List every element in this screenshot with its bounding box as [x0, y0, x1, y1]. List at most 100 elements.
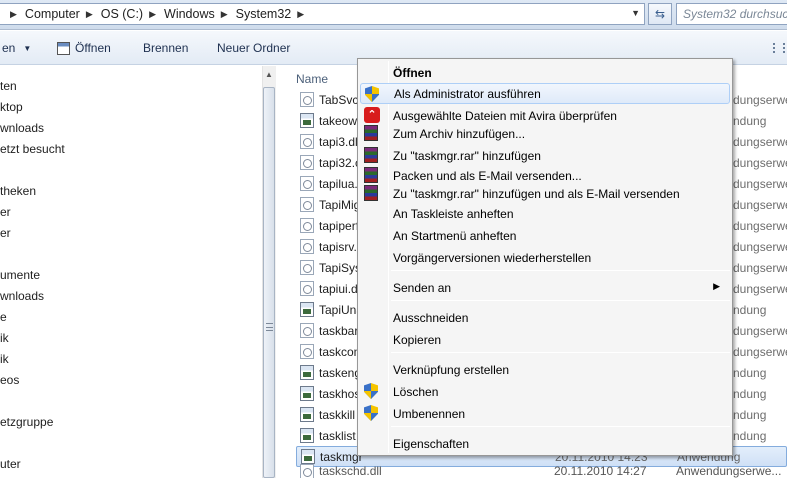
nav-item[interactable]: ik [0, 352, 9, 366]
file-type: dungserwe... [733, 240, 787, 254]
dll-icon [300, 260, 314, 275]
menu-item-label: Öffnen [393, 65, 432, 80]
menu-item-label: An Startmenü anheften [393, 228, 517, 243]
file-type: ndung [733, 114, 767, 128]
breadcrumb-computer[interactable]: Computer ▶ [21, 4, 97, 24]
scrollbar-thumb[interactable] [263, 87, 275, 478]
menu-item-an-taskleiste-anheften[interactable]: An Taskleiste anheften [360, 203, 730, 224]
nav-item[interactable]: umente [0, 268, 40, 282]
search-input[interactable]: System32 durchsuchen [676, 3, 787, 25]
nav-item[interactable]: uter [0, 457, 21, 471]
grip-icon [266, 323, 273, 331]
menu-item-verknüpfung-erstellen[interactable]: Verknüpfung erstellen [360, 359, 730, 380]
file-name: tapi32.c [319, 155, 362, 170]
exe-icon [300, 113, 314, 128]
breadcrumb-label: OS (C:) [100, 7, 144, 21]
refresh-button[interactable]: ⇆ [648, 3, 672, 25]
menu-item-label: Senden an [393, 280, 452, 295]
menu-item-vorgängerversionen-wiederherstellen[interactable]: Vorgängerversionen wiederherstellen [360, 247, 730, 268]
dll-icon [300, 134, 314, 149]
menu-item-label: An Taskleiste anheften [393, 206, 514, 221]
dll-icon [300, 281, 314, 296]
file-type: dungserwe... [733, 282, 787, 296]
file-name: taskschd.dll [319, 464, 382, 478]
file-name: tapilua. [319, 176, 358, 191]
nav-item[interactable]: e [0, 310, 7, 324]
menu-item-senden-an[interactable]: Senden an ▶ [360, 277, 730, 298]
file-name: TabSvc. [319, 92, 362, 107]
menu-item-eigenschaften[interactable]: Eigenschaften [360, 433, 730, 454]
nav-item[interactable]: etzt besucht [0, 142, 65, 156]
nav-item[interactable]: wnloads [0, 121, 44, 135]
menu-item-als-administrator-ausführen[interactable]: Als Administrator ausführen [360, 83, 730, 104]
nav-item[interactable]: wnloads [0, 289, 44, 303]
exe-icon [300, 428, 314, 443]
nav-item[interactable]: ten [0, 79, 17, 93]
menu-item-ausschneiden[interactable]: Ausschneiden [360, 307, 730, 328]
menu-item-an-startmenü-anheften[interactable]: An Startmenü anheften [360, 225, 730, 246]
open-label: Öffnen [75, 41, 111, 55]
dll-icon [300, 176, 314, 191]
winrar-icon [364, 185, 380, 201]
menu-item-umbenennen[interactable]: Umbenennen [360, 403, 730, 424]
dll-icon [300, 197, 314, 212]
menu-separator [391, 352, 730, 353]
menu-item-label: Zum Archiv hinzufügen... [393, 126, 526, 141]
file-name: tapisrv. [319, 239, 357, 254]
open-button[interactable]: Öffnen [57, 31, 111, 65]
dll-icon [300, 218, 314, 233]
file-name: TapiMig [319, 197, 361, 212]
menu-separator [391, 270, 730, 271]
context-menu: Öffnen Als Administrator ausführen ⌃ Ausgew… [357, 58, 733, 456]
nav-item[interactable]: theken [0, 184, 36, 198]
file-type: ndung [733, 408, 767, 422]
menu-item-zu-taskmgr-rar-hinzufügen-und-als-e-mail-versenden[interactable]: Zu "taskmgr.rar" hinzufügen und als E-Ma… [360, 183, 730, 204]
chevron-right-icon: ▶ [297, 8, 305, 19]
file-name: tapiperf [319, 218, 360, 233]
chevron-right-icon: ▶ [149, 8, 157, 19]
breadcrumb-drive[interactable]: OS (C:) ▶ [97, 4, 160, 24]
menu-item-kopieren[interactable]: Kopieren [360, 329, 730, 350]
address-bar: ▶ Computer ▶ OS (C:) ▶ Windows ▶ System32 ▶ … [0, 0, 787, 30]
breadcrumb-system32[interactable]: System32 ▶ [232, 4, 309, 24]
burn-button[interactable]: Brennen [143, 31, 188, 65]
nav-item[interactable]: ktop [0, 100, 23, 114]
breadcrumb-windows[interactable]: Windows ▶ [160, 4, 232, 24]
navigation-pane: ten ktop wnloads etzt besucht theken er … [0, 66, 262, 478]
nav-item[interactable]: er [0, 226, 11, 240]
chevron-down-icon[interactable]: ▼ [631, 8, 640, 18]
file-type: dungserwe... [733, 324, 787, 338]
file-name: taskkill [319, 407, 356, 422]
organize-button[interactable]: en ▼ [2, 31, 31, 65]
menu-item-label: Verknüpfung erstellen [393, 362, 510, 377]
file-type: Anwendungserwe... [676, 464, 782, 478]
address-field[interactable]: ▶ Computer ▶ OS (C:) ▶ Windows ▶ System32 ▶ … [0, 3, 645, 25]
refresh-icon: ⇆ [654, 7, 666, 21]
breadcrumb-label: Windows [164, 7, 215, 21]
menu-item-zum-archiv-hinzufügen[interactable]: Zum Archiv hinzufügen... [360, 123, 730, 144]
menu-item-label: Als Administrator ausführen [394, 86, 541, 101]
menu-item-zu-taskmgr-rar-hinzufügen[interactable]: Zu "taskmgr.rar" hinzufügen [360, 145, 730, 166]
avira-icon: ⌃ [364, 107, 380, 123]
nav-item[interactable]: eos [0, 373, 19, 387]
exe-icon [300, 365, 314, 380]
view-options-icon[interactable] [773, 43, 785, 53]
menu-item-öffnen[interactable]: Öffnen [360, 62, 730, 83]
menu-item-löschen[interactable]: Löschen [360, 381, 730, 402]
dll-icon [300, 155, 314, 170]
file-name: tapiui.d [319, 281, 358, 296]
column-header-name[interactable]: Name [296, 72, 328, 86]
breadcrumb-arrow[interactable]: ▶ [0, 4, 21, 24]
file-type: dungserwe... [733, 93, 787, 107]
nav-item[interactable]: er [0, 205, 11, 219]
file-name: TapiSys [319, 260, 362, 275]
nav-item[interactable]: etzgruppe [0, 415, 53, 429]
file-name: taskhos [319, 386, 361, 401]
nav-item[interactable]: ik [0, 331, 9, 345]
menu-separator [391, 300, 730, 301]
scroll-up-icon[interactable]: ▲ [265, 70, 273, 79]
new-folder-button[interactable]: Neuer Ordner [217, 31, 290, 65]
file-row-partial[interactable]: taskschd.dll 20.11.2010 14:27 Anwendungs… [296, 464, 787, 478]
new-folder-label: Neuer Ordner [217, 41, 291, 55]
menu-item-label: Vorgängerversionen wiederherstellen [393, 250, 592, 265]
